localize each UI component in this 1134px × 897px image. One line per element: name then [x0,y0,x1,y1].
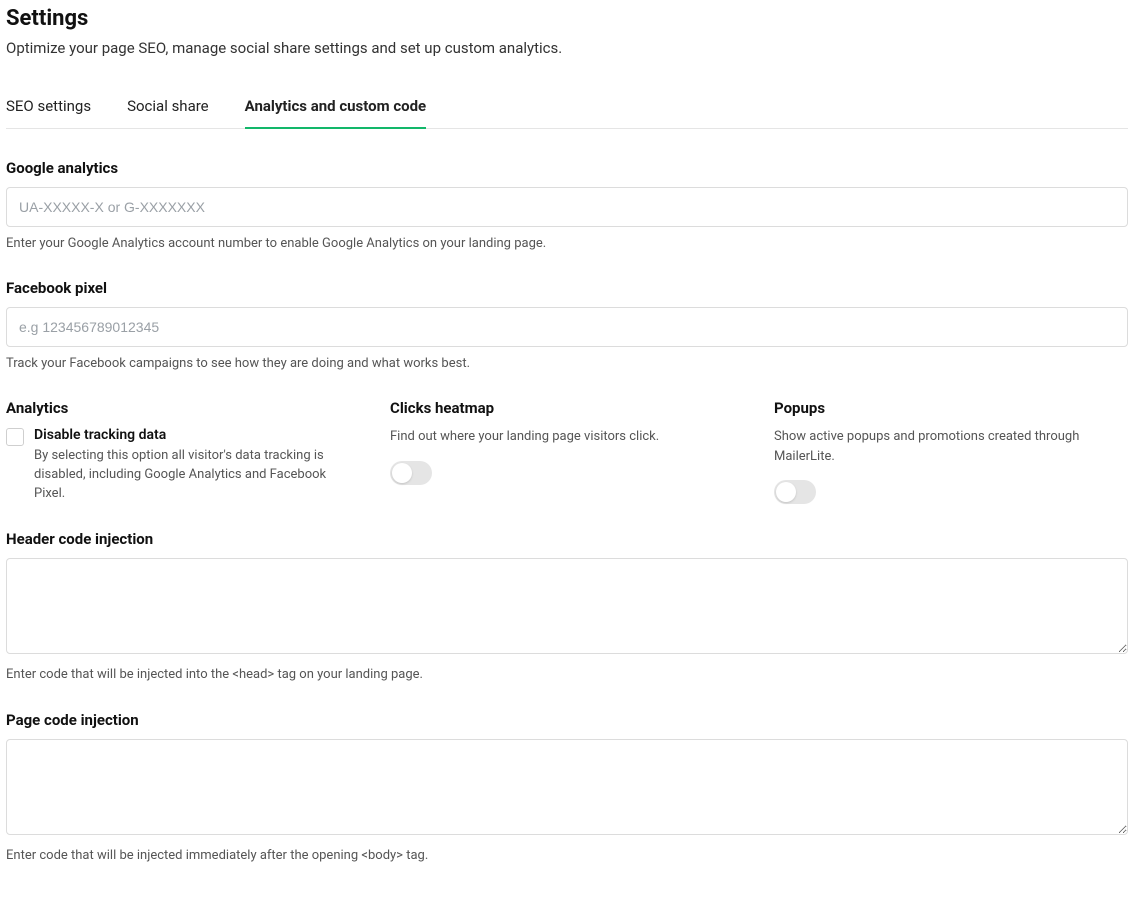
page-code-help: Enter code that will be injected immedia… [6,847,1128,865]
heatmap-toggle[interactable] [390,461,432,485]
header-code-block: Header code injection Enter code that wi… [6,530,1128,684]
google-analytics-block: Google analytics Enter your Google Analy… [6,159,1128,253]
tab-analytics-custom-code[interactable]: Analytics and custom code [245,87,427,129]
page-code-label: Page code injection [6,711,1128,729]
header-code-help: Enter code that will be injected into th… [6,666,1128,684]
analytics-column: Analytics Disable tracking data By selec… [6,399,360,504]
google-analytics-label: Google analytics [6,159,1128,177]
facebook-pixel-label: Facebook pixel [6,279,1128,297]
heatmap-column: Clicks heatmap Find out where your landi… [390,399,744,504]
page-code-block: Page code injection Enter code that will… [6,711,1128,865]
popups-desc: Show active popups and promotions create… [774,427,1128,466]
page-subtitle: Optimize your page SEO, manage social sh… [6,39,1128,57]
popups-column: Popups Show active popups and promotions… [774,399,1128,504]
header-code-label: Header code injection [6,530,1128,548]
heatmap-desc: Find out where your landing page visitor… [390,427,744,447]
popups-label: Popups [774,399,1128,417]
heatmap-label: Clicks heatmap [390,399,744,417]
popups-toggle[interactable] [774,480,816,504]
disable-tracking-label: Disable tracking data [34,427,360,443]
disable-tracking-checkbox[interactable] [6,428,24,446]
analytics-label: Analytics [6,399,360,417]
google-analytics-help: Enter your Google Analytics account numb… [6,235,1128,253]
tab-social-share[interactable]: Social share [127,87,209,129]
page-title: Settings [6,6,1128,31]
facebook-pixel-input[interactable] [6,307,1128,347]
disable-tracking-desc: By selecting this option all visitor's d… [34,447,360,504]
tab-seo-settings[interactable]: SEO settings [6,87,91,129]
page-code-textarea[interactable] [6,739,1128,835]
google-analytics-input[interactable] [6,187,1128,227]
facebook-pixel-block: Facebook pixel Track your Facebook campa… [6,279,1128,373]
facebook-pixel-help: Track your Facebook campaigns to see how… [6,355,1128,373]
header-code-textarea[interactable] [6,558,1128,654]
tabs: SEO settings Social share Analytics and … [6,87,1128,129]
